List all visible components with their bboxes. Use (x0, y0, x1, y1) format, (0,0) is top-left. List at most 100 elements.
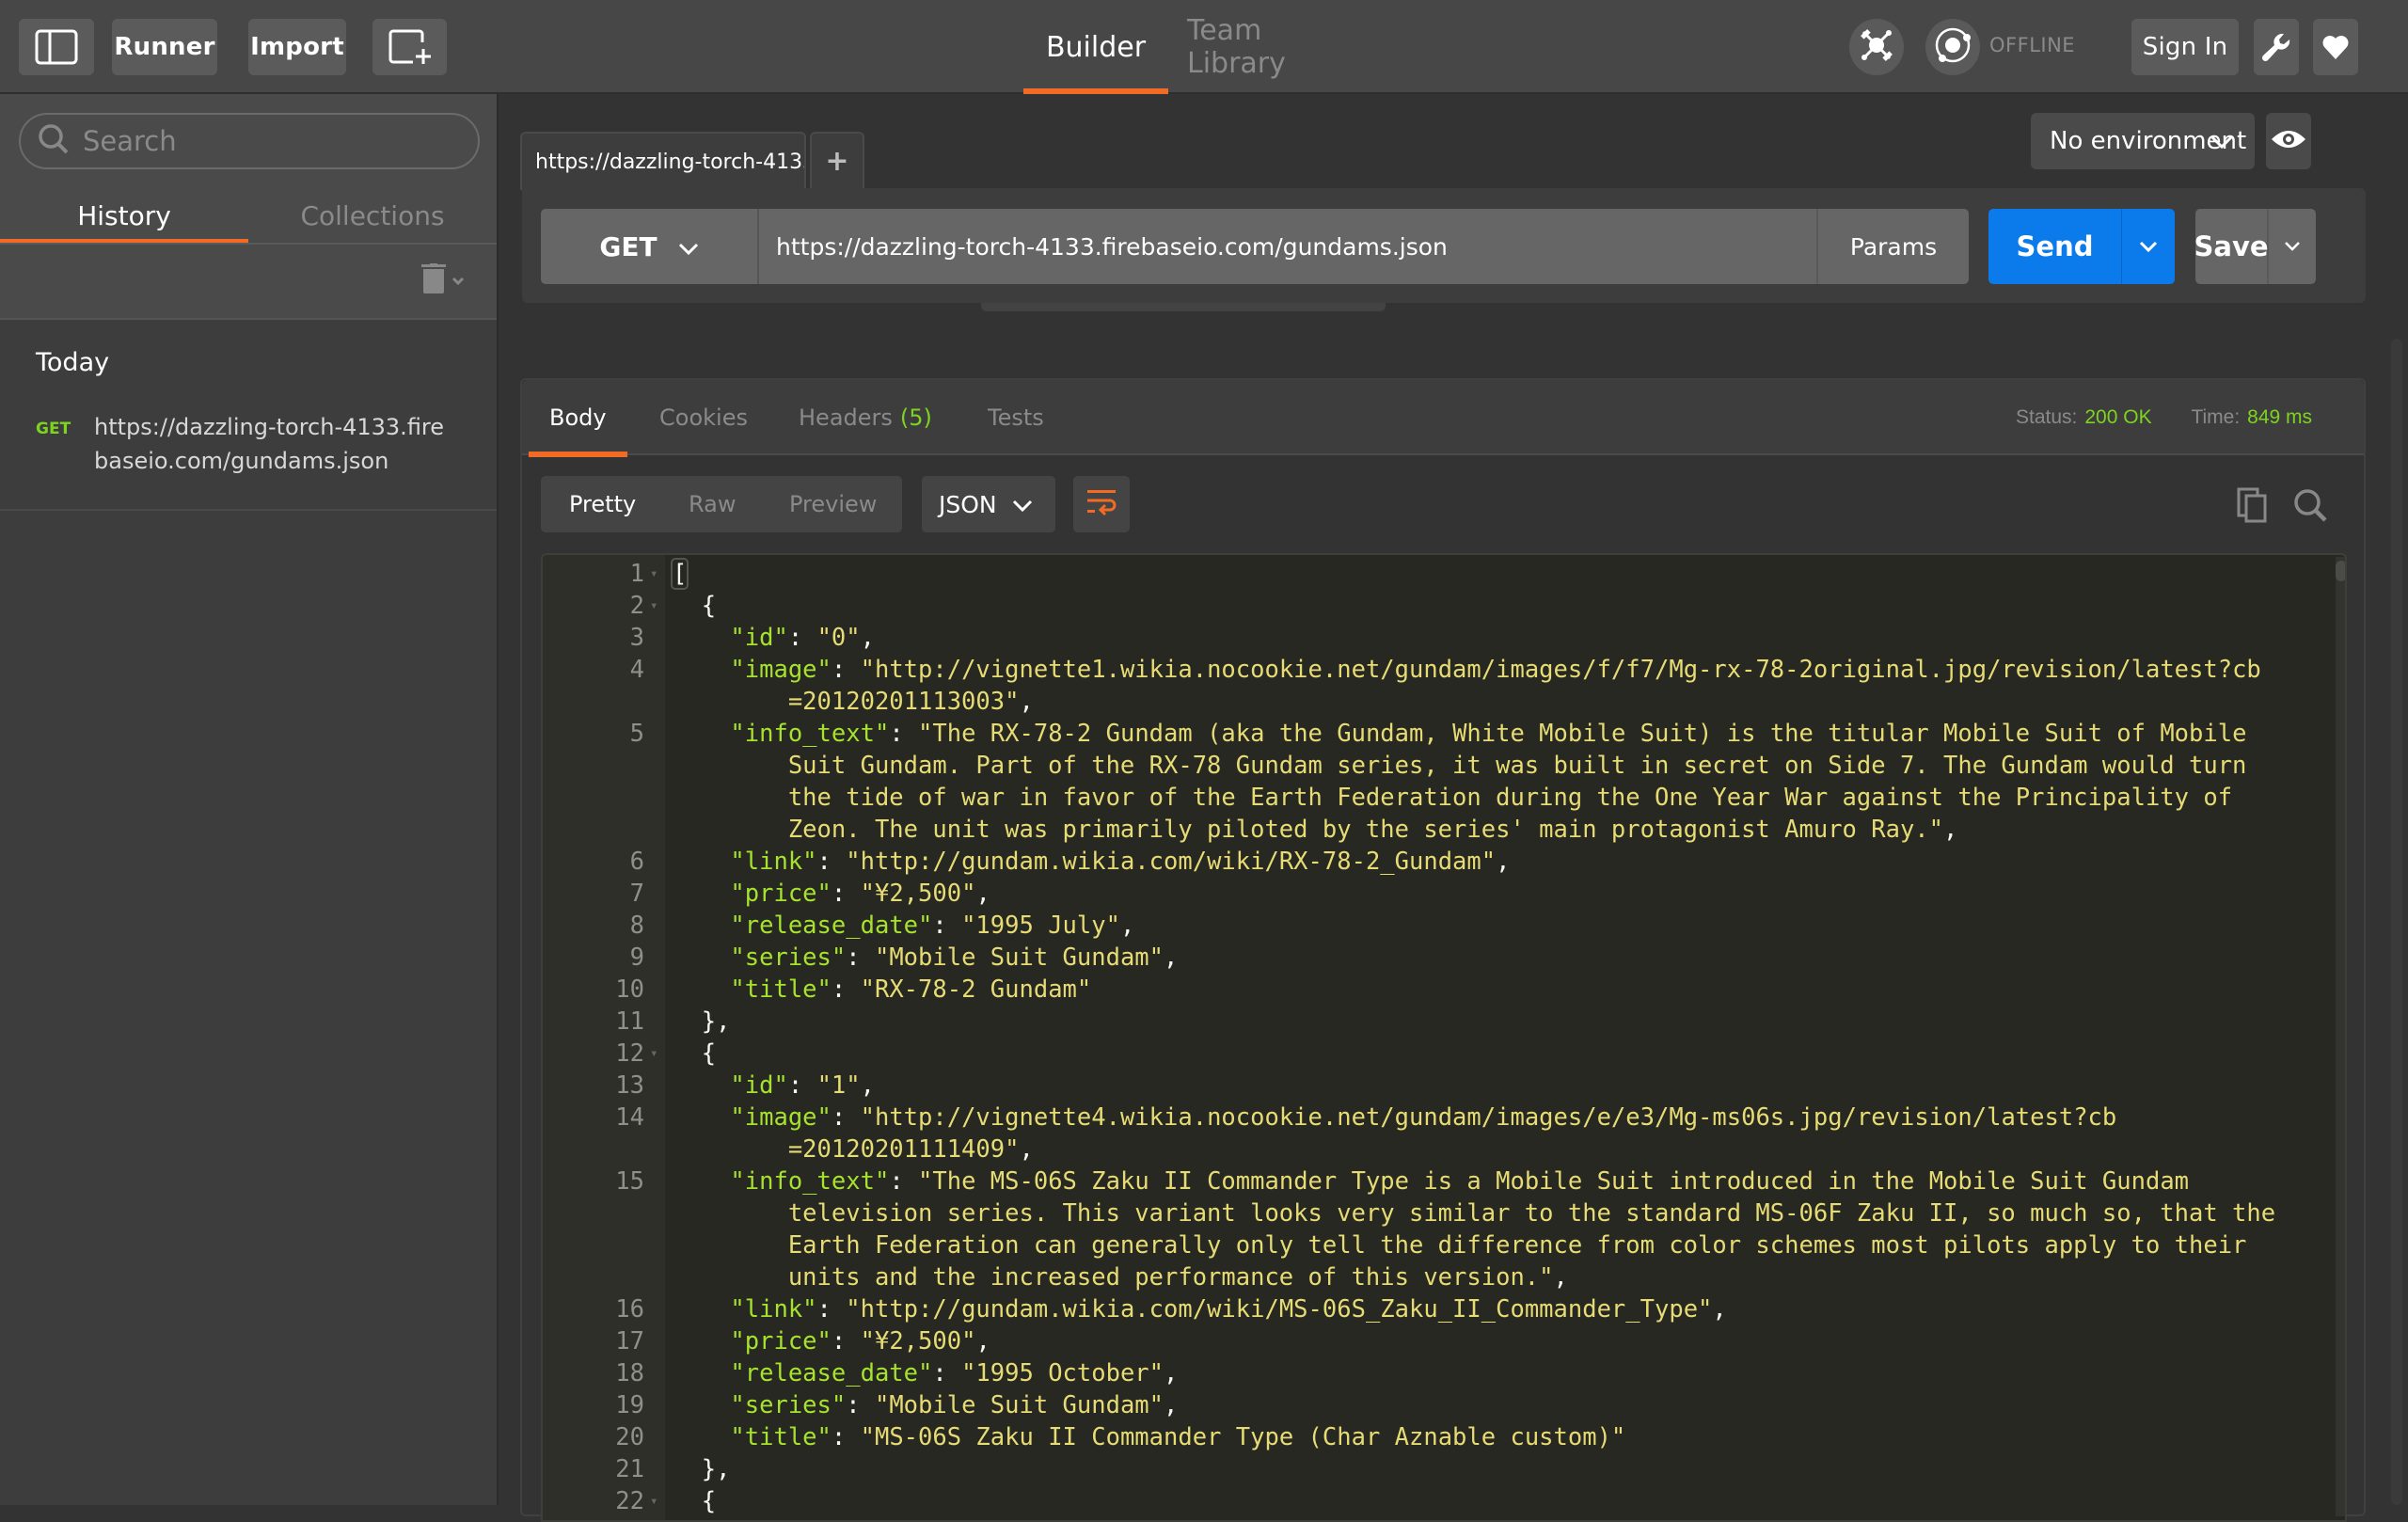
wrap-lines-button[interactable] (1073, 476, 1130, 532)
json-punctuation (673, 1103, 730, 1132)
view-mode-pretty[interactable]: Pretty (569, 476, 636, 532)
response-tab-body[interactable]: Body (529, 380, 627, 457)
search-icon (38, 123, 70, 159)
line-number: 6 (629, 848, 644, 876)
editor-scrollbar[interactable] (2336, 557, 2345, 1516)
sidebar-tab-collections[interactable]: Collections (248, 188, 497, 243)
response-tab-cookies[interactable]: Cookies (659, 380, 748, 455)
request-tab[interactable]: https://dazzling-torch-4133.firebaseio.c… (520, 132, 806, 190)
response-tab-tests[interactable]: Tests (988, 380, 1044, 455)
page-scrollbar[interactable] (2391, 339, 2402, 1505)
json-key: "price" (730, 880, 832, 908)
send-button[interactable]: Send (1988, 209, 2122, 284)
send-options-button[interactable] (2122, 209, 2175, 284)
fold-toggle-icon[interactable]: ▾ (646, 1038, 663, 1070)
search-response-button[interactable] (2292, 487, 2328, 527)
view-mode-raw[interactable]: Raw (689, 476, 736, 532)
nav-tab-builder[interactable]: Builder (1023, 0, 1168, 94)
runner-button[interactable]: Runner (112, 19, 217, 75)
json-key: "release_date" (730, 912, 933, 940)
code-line: 22 ▾ { (543, 1485, 2345, 1517)
toggle-sidebar-button[interactable] (19, 19, 94, 75)
sync-button[interactable] (1925, 19, 1980, 75)
format-select-value: JSON (939, 490, 997, 518)
view-mode-preview[interactable]: Preview (789, 476, 877, 532)
json-punctuation: : (889, 1167, 919, 1196)
heart-icon (2321, 34, 2350, 60)
sidebar-toggle-icon (35, 29, 78, 65)
copy-response-button[interactable] (2237, 487, 2269, 527)
time-value: 849 ms (2247, 406, 2313, 428)
response-body-editor[interactable]: 1 ▾[2 ▾ {3 "id": "0", 4 "image": "http://vi… (541, 553, 2347, 1522)
line-number: 12 (615, 1039, 644, 1068)
response-tab-headers[interactable]: Headers (5) (799, 380, 932, 455)
json-punctuation: , (1164, 943, 1179, 972)
code-line: 20 "title": "MS-06S Zaku II Commander Ty… (543, 1421, 2345, 1453)
fold-toggle-icon[interactable]: ▾ (646, 558, 663, 590)
json-punctuation: , (1553, 1263, 1568, 1292)
fold-toggle-icon[interactable]: ▾ (646, 590, 663, 622)
sidebar-tab-history[interactable]: History (0, 188, 248, 245)
code-text: { (663, 590, 2328, 622)
line-number: 21 (615, 1455, 644, 1483)
params-button[interactable]: Params (1816, 209, 1969, 284)
interceptor-button[interactable] (1849, 19, 1904, 75)
json-punctuation: , (1164, 1391, 1179, 1419)
divider (0, 243, 497, 245)
wrap-lines-icon (1085, 487, 1117, 521)
url-field[interactable] (759, 209, 1816, 284)
code-text: "link": "http://gundam.wikia.com/wiki/MS… (663, 1293, 2328, 1325)
save-button[interactable]: Save (2194, 209, 2269, 284)
clear-history-button[interactable] (421, 263, 465, 297)
json-punctuation: : (787, 1071, 817, 1100)
json-string: "Mobile Suit Gundam" (874, 943, 1164, 972)
environment-quick-look-button[interactable] (2266, 113, 2311, 169)
json-punctuation: , (1019, 688, 1034, 716)
json-string: "http://gundam.wikia.com/wiki/RX-78-2_Gu… (846, 848, 1497, 876)
settings-button[interactable] (2254, 19, 2299, 75)
url-input[interactable] (776, 232, 1792, 261)
method-select[interactable]: GET (541, 209, 759, 284)
format-select[interactable]: JSON (922, 476, 1055, 532)
new-window-button[interactable] (372, 19, 447, 75)
save-options-button[interactable] (2269, 209, 2316, 284)
search-field[interactable] (19, 113, 480, 169)
json-key: "image" (730, 656, 832, 684)
nav-tab-team-library-label: Team Library (1187, 14, 1286, 80)
json-string: "1995 July" (961, 912, 1120, 940)
import-button[interactable]: Import (248, 19, 346, 75)
code-line: 3 "id": "0", (543, 622, 2345, 654)
fold-toggle-icon[interactable]: ▾ (646, 1485, 663, 1517)
add-tab-button[interactable]: + (810, 132, 864, 188)
line-number: 22 (615, 1487, 644, 1515)
chevron-down-icon (1012, 491, 1033, 518)
json-punctuation: , (1496, 848, 1511, 876)
support-button[interactable] (2313, 19, 2358, 75)
json-punctuation: , (975, 880, 990, 908)
json-string: "0" (816, 624, 861, 652)
environment-select[interactable]: No environment (2031, 113, 2255, 169)
json-punctuation: : (831, 1423, 861, 1451)
nav-tab-team-library[interactable]: Team Library (1187, 0, 1366, 94)
code-line: 16 "link": "http://gundam.wikia.com/wiki… (543, 1293, 2345, 1325)
code-text: [ (663, 558, 2328, 590)
code-text: "release_date": "1995 October", (663, 1357, 2328, 1389)
history-item-method: GET (36, 420, 71, 438)
code-line: 7 "price": "¥2,500", (543, 878, 2345, 910)
json-key: "id" (730, 1071, 788, 1100)
chevron-down-icon (2284, 238, 2301, 256)
json-key: "series" (730, 1391, 847, 1419)
json-punctuation: : (831, 1327, 861, 1356)
json-punctuation: : (932, 912, 962, 940)
search-input[interactable] (83, 125, 459, 157)
editor-scrollbar-thumb[interactable] (2336, 561, 2345, 581)
sign-in-button[interactable]: Sign In (2131, 19, 2239, 75)
json-punctuation (673, 1295, 730, 1324)
history-item[interactable]: GET https://dazzling-torch-4133.firebase… (0, 397, 497, 510)
json-punctuation: , (1712, 1295, 1727, 1324)
